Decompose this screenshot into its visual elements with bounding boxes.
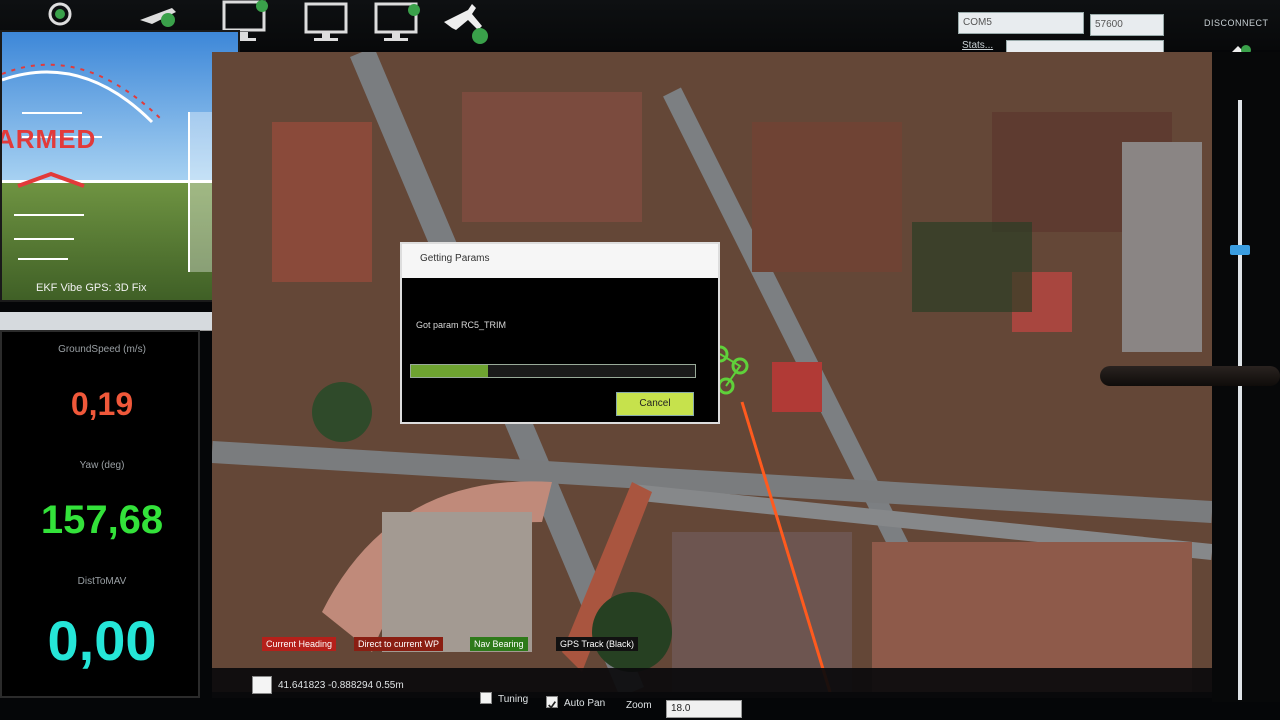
progress-fill xyxy=(411,365,488,377)
aircraft-symbol-icon xyxy=(17,171,85,188)
ground-speed-label: GroundSpeed (m/s) xyxy=(58,344,146,355)
pitch-line xyxy=(14,238,74,240)
armed-indicator: ARMED xyxy=(0,124,97,154)
autopan-checkbox[interactable] xyxy=(546,696,558,709)
zoom-slider-track[interactable] xyxy=(1238,100,1242,700)
dialog-progress-bar xyxy=(410,364,696,378)
tuning-label: Tuning xyxy=(498,694,529,705)
legend-nav-bearing: Nav Bearing xyxy=(470,637,528,651)
stats-link[interactable]: Stats... xyxy=(962,40,993,51)
dist-label: DistToMAV xyxy=(77,576,127,587)
cancel-button[interactable]: Cancel xyxy=(616,392,694,416)
legend-gps-track: GPS Track (Black) xyxy=(556,637,639,651)
pitch-line xyxy=(22,112,82,114)
hud-display: ARMED EKF Vibe GPS: 3D Fix xyxy=(0,30,240,302)
monitor-icon[interactable] xyxy=(300,0,356,46)
getting-params-dialog: Getting Params Got param RC5_TRIM Cancel xyxy=(400,242,720,424)
legend-direct-to-wp: Direct to current WP xyxy=(354,637,444,651)
dialog-message: Got param RC5_TRIM xyxy=(416,320,507,330)
monitor-icon[interactable] xyxy=(370,0,426,46)
check-icon xyxy=(548,701,557,709)
zoom-input[interactable]: 18.0 xyxy=(666,700,742,718)
tuning-checkbox[interactable] xyxy=(480,692,492,704)
autopan-label: Auto Pan xyxy=(564,698,606,709)
dist-value: 0,00 xyxy=(47,609,157,672)
zoom-label: Zoom xyxy=(626,700,652,711)
yaw-value: 157,68 xyxy=(40,498,164,542)
yaw-label: Yaw (deg) xyxy=(79,460,125,471)
hud-status-text: EKF Vibe GPS: 3D Fix xyxy=(36,282,147,294)
quick-tabs[interactable] xyxy=(0,312,228,331)
zoom-slider-thumb[interactable] xyxy=(1230,245,1250,255)
pitch-line xyxy=(14,214,84,216)
dialog-title: Getting Params xyxy=(402,244,718,278)
coordinates-readout: 41.641823 -0.888294 0.55m xyxy=(278,680,404,691)
baud-rate-select[interactable]: 57600 xyxy=(1090,14,1164,36)
ground-speed-value: 0,19 xyxy=(70,386,134,422)
plane-icon[interactable] xyxy=(438,0,494,46)
disconnect-label[interactable]: DISCONNECT xyxy=(1204,18,1269,28)
quick-view-panel: GroundSpeed (m/s) 0,19 Yaw (deg) 157,68 … xyxy=(0,330,200,698)
coords-box xyxy=(252,676,272,694)
com-port-select[interactable]: COM5 xyxy=(958,12,1084,34)
legend-current-heading: Current Heading xyxy=(262,637,337,651)
stylus-pointer xyxy=(1100,366,1280,386)
pitch-line xyxy=(18,258,68,260)
